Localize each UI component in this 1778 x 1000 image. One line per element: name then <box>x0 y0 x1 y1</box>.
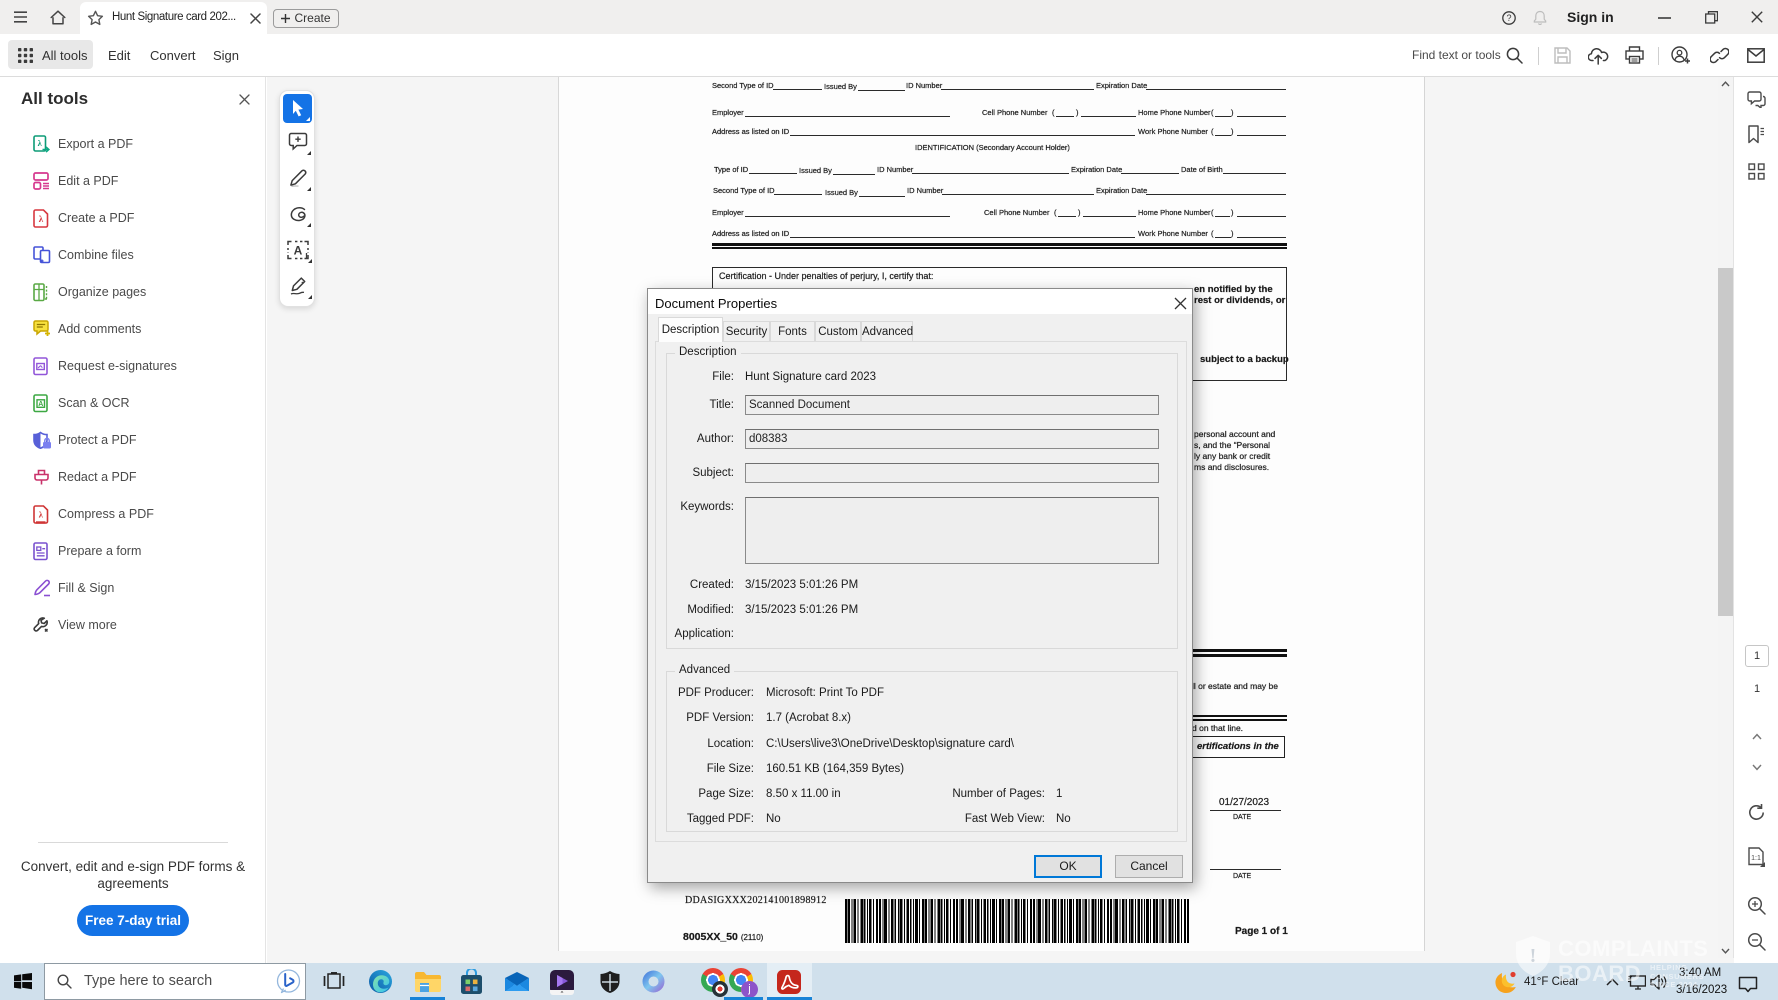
svg-text:?: ? <box>1506 13 1511 23</box>
svg-text:λ: λ <box>38 138 43 148</box>
svg-text:A: A <box>294 244 303 258</box>
svg-text:λ: λ <box>39 214 44 224</box>
svg-text:!: ! <box>1530 945 1537 967</box>
svg-text:1:1: 1:1 <box>1751 855 1761 862</box>
svg-text:λ: λ <box>39 510 44 520</box>
svg-text:A: A <box>38 401 43 408</box>
